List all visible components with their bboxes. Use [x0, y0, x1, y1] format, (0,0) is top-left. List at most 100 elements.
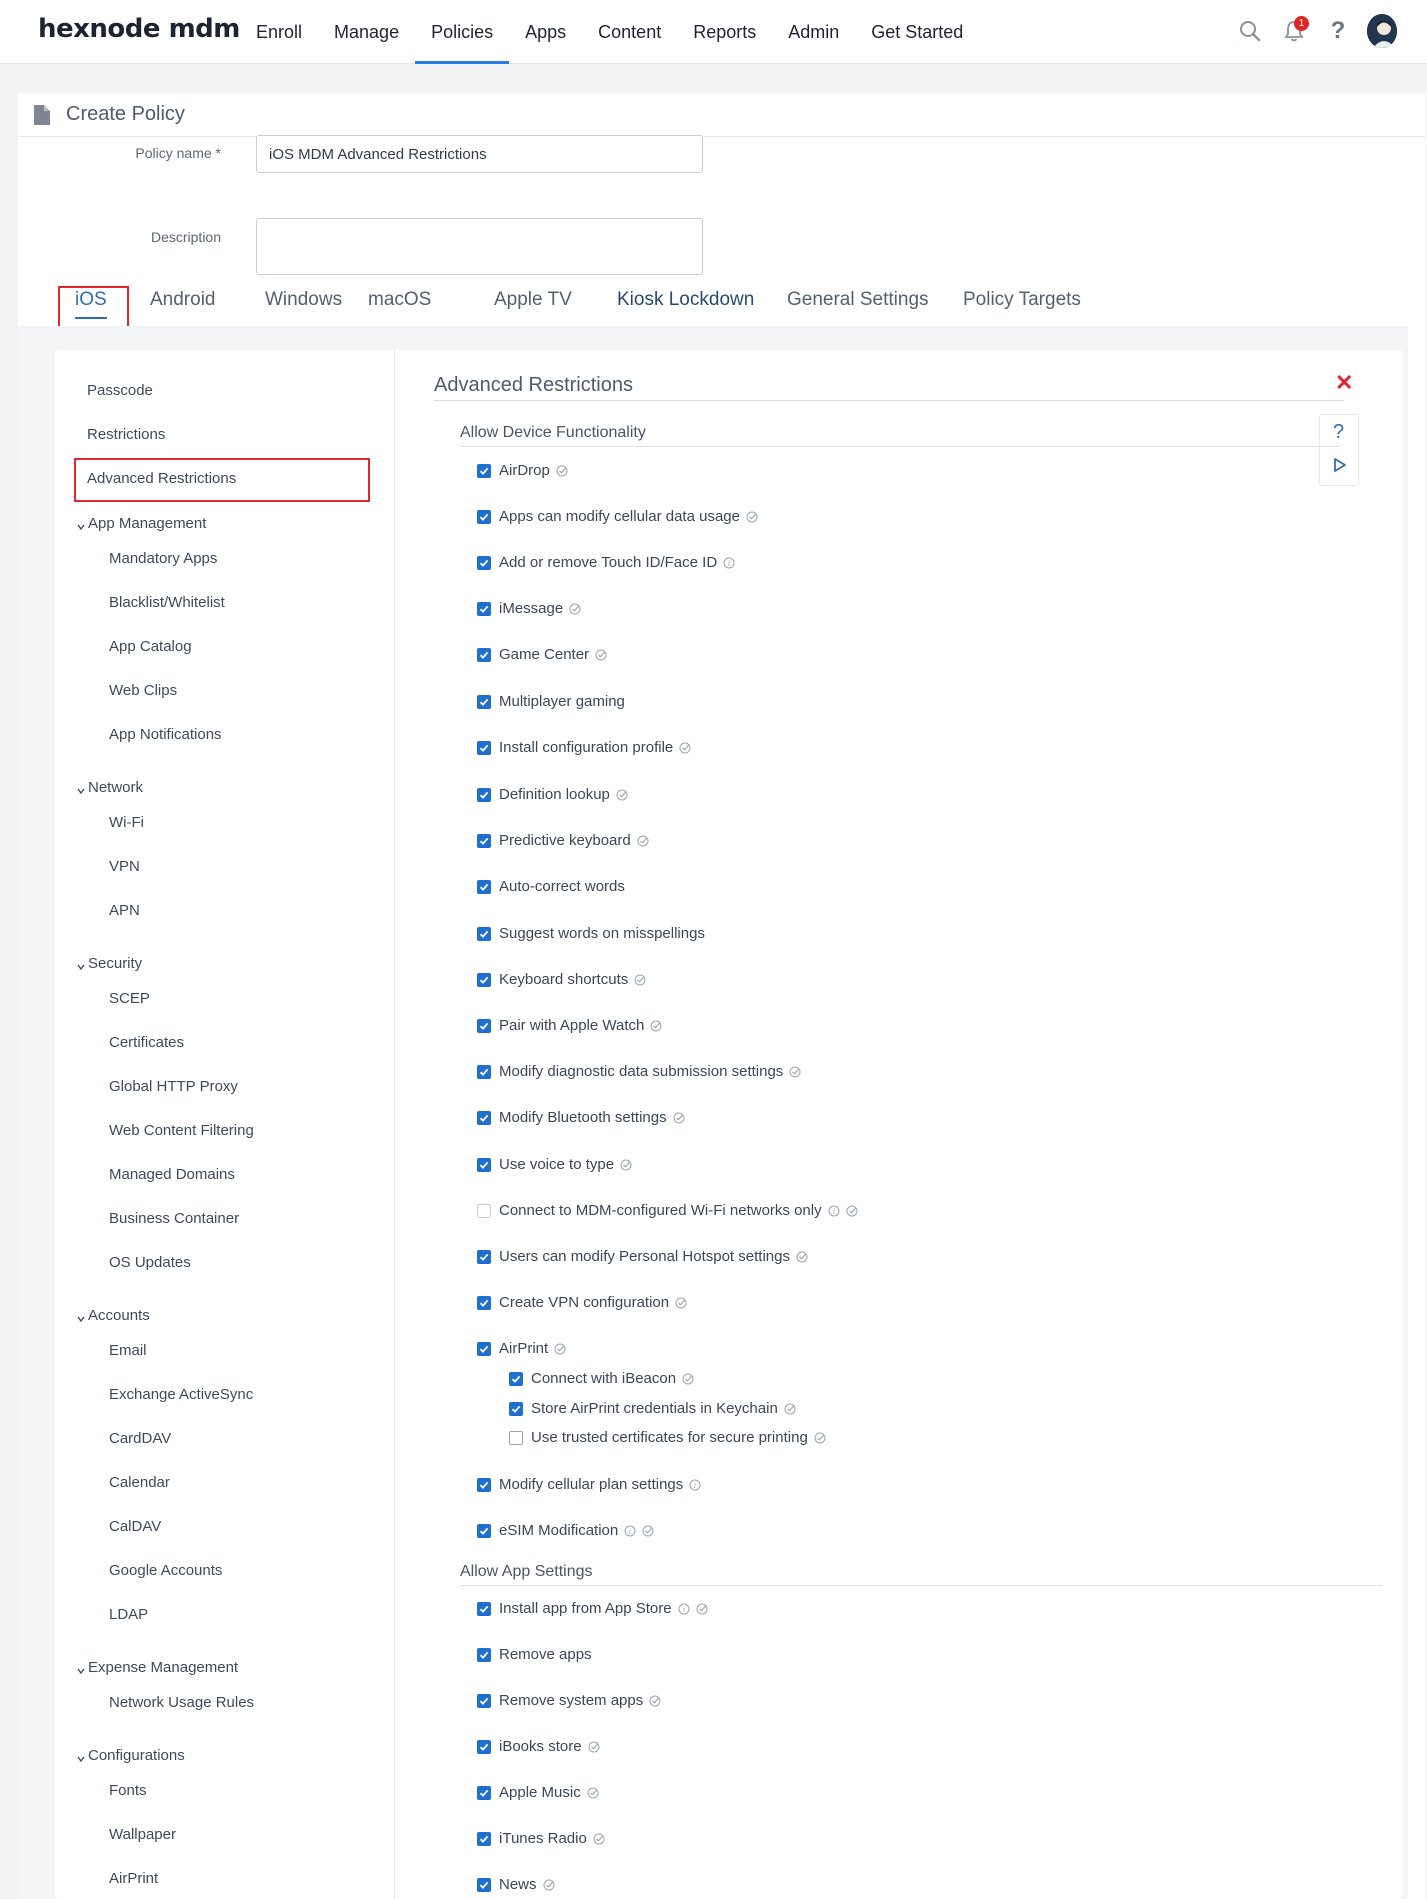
- close-icon[interactable]: ✕: [1335, 370, 1353, 396]
- sidebar-section-accounts[interactable]: Accounts: [76, 1307, 150, 1324]
- sidebar-item-exchange-activesync[interactable]: Exchange ActiveSync: [109, 1386, 253, 1403]
- checkbox[interactable]: [509, 1401, 523, 1416]
- sidebar-item-blacklist-whitelist[interactable]: Blacklist/Whitelist: [109, 594, 225, 611]
- sidebar-item-ldap[interactable]: LDAP: [109, 1606, 148, 1623]
- help-icon[interactable]: ?: [1333, 421, 1344, 444]
- checkbox[interactable]: [477, 1295, 491, 1310]
- tab-apple-tv[interactable]: Apple TV: [494, 289, 572, 311]
- nav-item-admin[interactable]: Admin: [772, 0, 855, 64]
- sidebar-item-os-updates[interactable]: OS Updates: [109, 1254, 191, 1271]
- checkbox[interactable]: [477, 1203, 491, 1218]
- info-icon[interactable]: i: [723, 557, 735, 569]
- sidebar-item-restrictions[interactable]: Restrictions: [87, 426, 165, 443]
- checkbox[interactable]: [477, 1601, 491, 1616]
- sidebar-section-security[interactable]: Security: [76, 955, 142, 972]
- sidebar-item-business-container[interactable]: Business Container: [109, 1210, 239, 1227]
- checkbox[interactable]: [477, 1693, 491, 1708]
- sidebar-item-apn[interactable]: APN: [109, 902, 140, 919]
- search-icon[interactable]: [1235, 14, 1265, 48]
- play-icon[interactable]: [1333, 457, 1347, 478]
- checkbox[interactable]: [477, 879, 491, 894]
- nav-item-content[interactable]: Content: [582, 0, 677, 64]
- sidebar-item-vpn[interactable]: VPN: [109, 858, 140, 875]
- checkbox[interactable]: [477, 463, 491, 478]
- checkbox[interactable]: [477, 1785, 491, 1800]
- sidebar-item-web-content-filtering[interactable]: Web Content Filtering: [109, 1122, 254, 1139]
- sidebar-item-global-http-proxy[interactable]: Global HTTP Proxy: [109, 1078, 238, 1095]
- description-textarea[interactable]: [256, 218, 703, 275]
- user-avatar[interactable]: [1367, 14, 1397, 48]
- tab-android[interactable]: Android: [150, 289, 216, 311]
- checkbox[interactable]: [477, 601, 491, 616]
- help-icon[interactable]: ?: [1323, 14, 1353, 48]
- sidebar-item-google-accounts[interactable]: Google Accounts: [109, 1562, 222, 1579]
- checkbox[interactable]: [477, 1110, 491, 1125]
- info-icon[interactable]: i: [828, 1205, 840, 1217]
- sidebar-item-airprint[interactable]: AirPrint: [109, 1870, 158, 1887]
- checkbox[interactable]: [509, 1371, 523, 1386]
- checkbox[interactable]: [477, 1341, 491, 1356]
- checkbox[interactable]: [509, 1430, 523, 1445]
- nav-item-manage[interactable]: Manage: [318, 0, 415, 64]
- sidebar-item-carddav[interactable]: CardDAV: [109, 1430, 171, 1447]
- sidebar-section-app-management[interactable]: App Management: [76, 515, 206, 532]
- sidebar-section-configurations[interactable]: Configurations: [76, 1747, 185, 1764]
- tab-kiosk-lockdown[interactable]: Kiosk Lockdown: [617, 289, 754, 311]
- checkbox[interactable]: [477, 647, 491, 662]
- option-label: iMessage: [499, 600, 564, 617]
- checkbox[interactable]: [477, 1064, 491, 1079]
- checkbox[interactable]: [477, 1523, 491, 1538]
- policy-name-input[interactable]: iOS MDM Advanced Restrictions: [256, 135, 703, 173]
- notification-badge: 1: [1294, 16, 1309, 31]
- checkbox[interactable]: [477, 694, 491, 709]
- nav-item-reports[interactable]: Reports: [677, 0, 772, 64]
- checkbox[interactable]: [477, 555, 491, 570]
- checkbox[interactable]: [477, 1018, 491, 1033]
- checkbox[interactable]: [477, 1739, 491, 1754]
- option-predictive-keyboard: Predictive keyboard: [477, 832, 649, 849]
- sidebar-section-expense-management[interactable]: Expense Management: [76, 1659, 238, 1676]
- checkbox[interactable]: [477, 926, 491, 941]
- checkbox[interactable]: [477, 972, 491, 987]
- info-icon[interactable]: i: [678, 1603, 690, 1615]
- sidebar-item-scep[interactable]: SCEP: [109, 990, 150, 1007]
- tab-policy-targets[interactable]: Policy Targets: [963, 289, 1081, 311]
- checkbox[interactable]: [477, 740, 491, 755]
- checkbox[interactable]: [477, 787, 491, 802]
- tab-general-settings[interactable]: General Settings: [787, 289, 929, 311]
- sidebar-item-passcode[interactable]: Passcode: [87, 382, 153, 399]
- info-icon[interactable]: i: [624, 1525, 636, 1537]
- sidebar-item-wallpaper[interactable]: Wallpaper: [109, 1826, 176, 1843]
- sidebar-section-network[interactable]: Network: [76, 779, 143, 796]
- checkbox[interactable]: [477, 1831, 491, 1846]
- sidebar-item-certificates[interactable]: Certificates: [109, 1034, 184, 1051]
- sidebar-item-calendar[interactable]: Calendar: [109, 1474, 170, 1491]
- checkbox[interactable]: [477, 833, 491, 848]
- checkbox[interactable]: [477, 1877, 491, 1892]
- nav-item-get-started[interactable]: Get Started: [855, 0, 979, 64]
- sidebar-item-app-notifications[interactable]: App Notifications: [109, 726, 222, 743]
- notification-bell-icon[interactable]: 1: [1279, 14, 1309, 48]
- sidebar-item-email[interactable]: Email: [109, 1342, 147, 1359]
- option-label: News: [499, 1876, 537, 1893]
- sidebar-item-wi-fi[interactable]: Wi-Fi: [109, 814, 144, 831]
- sidebar-item-mandatory-apps[interactable]: Mandatory Apps: [109, 550, 217, 567]
- sidebar-item-caldav[interactable]: CalDAV: [109, 1518, 161, 1535]
- checkbox[interactable]: [477, 1647, 491, 1662]
- nav-item-enroll[interactable]: Enroll: [240, 0, 318, 64]
- checkbox[interactable]: [477, 1249, 491, 1264]
- sidebar-item-web-clips[interactable]: Web Clips: [109, 682, 177, 699]
- sidebar-item-managed-domains[interactable]: Managed Domains: [109, 1166, 235, 1183]
- hexnode-logo[interactable]: hexnode mdm: [38, 14, 240, 44]
- checkbox[interactable]: [477, 509, 491, 524]
- sidebar-item-network-usage-rules[interactable]: Network Usage Rules: [109, 1694, 254, 1711]
- sidebar-item-app-catalog[interactable]: App Catalog: [109, 638, 192, 655]
- sidebar-item-fonts[interactable]: Fonts: [109, 1782, 147, 1799]
- tab-windows[interactable]: Windows: [265, 289, 342, 311]
- info-icon[interactable]: i: [689, 1479, 701, 1491]
- checkbox[interactable]: [477, 1477, 491, 1492]
- nav-item-policies[interactable]: Policies: [415, 0, 510, 64]
- tab-macos[interactable]: macOS: [368, 289, 431, 311]
- checkbox[interactable]: [477, 1157, 491, 1172]
- nav-item-apps[interactable]: Apps: [509, 0, 582, 64]
